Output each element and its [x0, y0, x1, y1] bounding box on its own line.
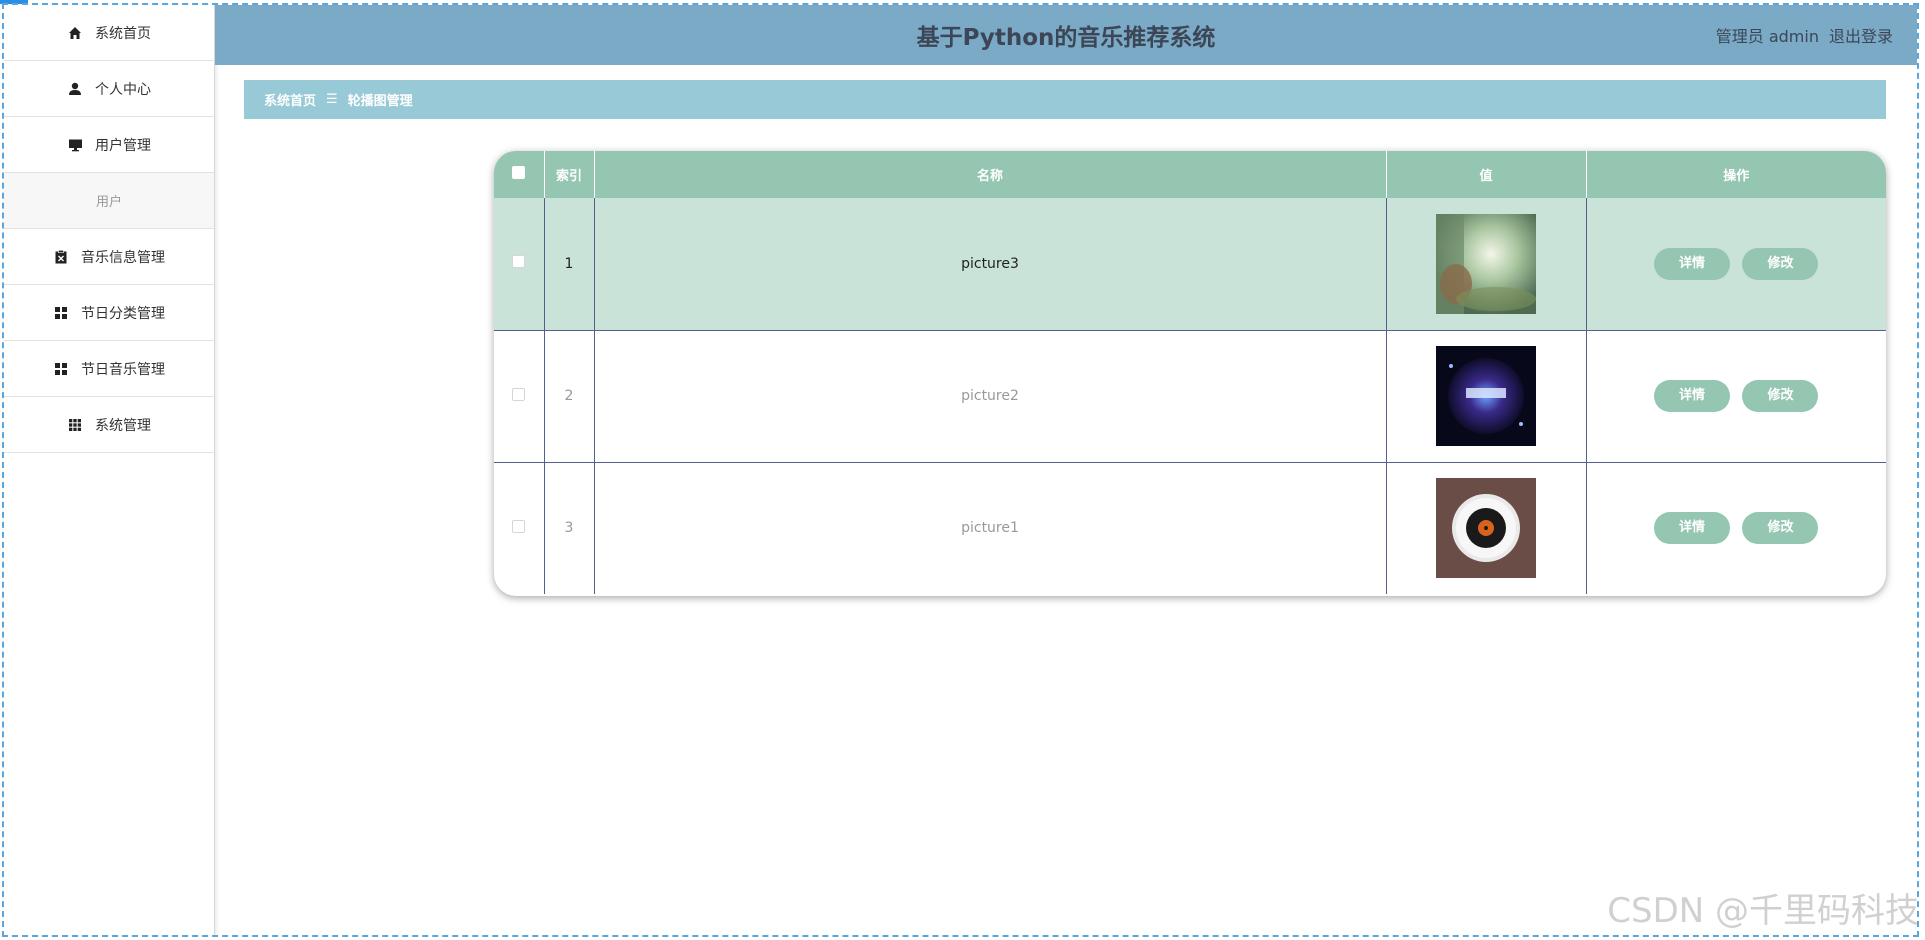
thumbnail-image	[1436, 478, 1536, 579]
row-thumbnail-cell	[1386, 198, 1587, 331]
column-header-value: 值	[1386, 151, 1587, 198]
row-checkbox[interactable]	[512, 387, 526, 401]
row-thumbnail-cell	[1386, 462, 1587, 594]
detail-button[interactable]: 详情	[1654, 380, 1731, 412]
sidebar-item-system[interactable]: 系统管理	[4, 397, 214, 453]
breadcrumb-home-link[interactable]: 系统首页	[264, 90, 316, 109]
edit-button[interactable]: 修改	[1742, 380, 1819, 412]
sidebar-item-label: 节日音乐管理	[81, 361, 165, 378]
table-header-row: 索引 名称 值 操作	[494, 151, 1886, 198]
row-name: picture2	[594, 330, 1387, 463]
row-checkbox[interactable]	[512, 519, 526, 533]
table-row[interactable]: 3 picture1 详情 修改	[494, 462, 1886, 594]
page-title: 基于Python的音乐推荐系统	[916, 25, 1216, 51]
carousel-table-card: 索引 名称 值 操作 1 picture3 详情 修改 2 picture2 详…	[494, 151, 1886, 596]
row-actions-cell: 详情 修改	[1586, 462, 1886, 594]
row-name: picture3	[594, 198, 1387, 331]
logout-link[interactable]: 退出登录	[1829, 23, 1893, 47]
breadcrumb-separator-icon: ☰	[326, 92, 338, 107]
column-header-name: 名称	[594, 151, 1387, 198]
monitor-icon	[67, 137, 83, 153]
carousel-table: 索引 名称 值 操作 1 picture3 详情 修改 2 picture2 详…	[494, 151, 1886, 594]
detail-button[interactable]: 详情	[1654, 247, 1731, 280]
table-row[interactable]: 1 picture3 详情 修改	[494, 198, 1886, 331]
sidebar: 系统首页 个人中心 用户管理 用户 音乐信息管理 节日分类管理 节日音乐管理 系…	[4, 5, 215, 935]
breadcrumb: 系统首页 ☰ 轮播图管理	[244, 80, 1886, 119]
sidebar-item-profile[interactable]: 个人中心	[4, 61, 214, 117]
select-all-cell	[494, 151, 545, 198]
row-select-cell	[494, 198, 545, 331]
row-actions-cell: 详情 修改	[1586, 198, 1886, 331]
apps-icon	[67, 417, 83, 433]
thumbnail-image	[1436, 346, 1536, 446]
home-icon	[67, 25, 83, 41]
column-header-actions: 操作	[1586, 151, 1886, 198]
sidebar-item-label: 用户管理	[95, 137, 151, 154]
row-index: 3	[544, 462, 595, 594]
sidebar-item-label: 个人中心	[95, 81, 151, 98]
sidebar-item-user-management[interactable]: 用户管理	[4, 117, 214, 173]
column-header-index: 索引	[544, 151, 595, 198]
row-index: 1	[544, 198, 595, 331]
watermark-text: CSDN @千里码科技	[1607, 891, 1919, 931]
sidebar-item-label: 节日分类管理	[81, 305, 165, 322]
sidebar-item-label: 系统管理	[95, 417, 151, 434]
edit-button[interactable]: 修改	[1742, 247, 1819, 280]
row-index: 2	[544, 330, 595, 463]
admin-user-label: 管理员 admin	[1715, 27, 1819, 46]
row-actions-cell: 详情 修改	[1586, 330, 1886, 463]
edit-button[interactable]: 修改	[1742, 512, 1819, 545]
sidebar-item-home[interactable]: 系统首页	[4, 5, 214, 61]
clipboard-icon	[53, 249, 69, 265]
top-corner-accent	[0, 0, 28, 4]
row-select-cell	[494, 462, 545, 594]
user-icon	[67, 81, 83, 97]
thumbnail-image	[1436, 213, 1536, 314]
breadcrumb-current: 轮播图管理	[347, 94, 413, 109]
sidebar-item-label: 音乐信息管理	[81, 249, 165, 266]
row-name: picture1	[594, 462, 1387, 594]
table-row[interactable]: 2 picture2 详情 修改	[494, 330, 1886, 463]
row-checkbox[interactable]	[512, 255, 526, 269]
grid-icon	[53, 361, 69, 377]
sidebar-subitem-user[interactable]: 用户	[4, 173, 214, 229]
sidebar-item-label: 系统首页	[95, 25, 151, 42]
grid-icon	[53, 305, 69, 321]
sidebar-item-festival-music[interactable]: 节日音乐管理	[4, 341, 214, 397]
top-header: 基于Python的音乐推荐系统 管理员 admin 退出登录	[215, 5, 1917, 65]
detail-button[interactable]: 详情	[1654, 512, 1731, 545]
header-user-area: 管理员 admin 退出登录	[1716, 5, 1893, 65]
row-select-cell	[494, 330, 545, 463]
sidebar-item-music-info[interactable]: 音乐信息管理	[4, 229, 214, 285]
sidebar-item-label: 用户	[95, 195, 122, 210]
select-all-checkbox[interactable]	[512, 166, 526, 179]
sidebar-item-festival-category[interactable]: 节日分类管理	[4, 285, 214, 341]
row-thumbnail-cell	[1386, 330, 1587, 463]
